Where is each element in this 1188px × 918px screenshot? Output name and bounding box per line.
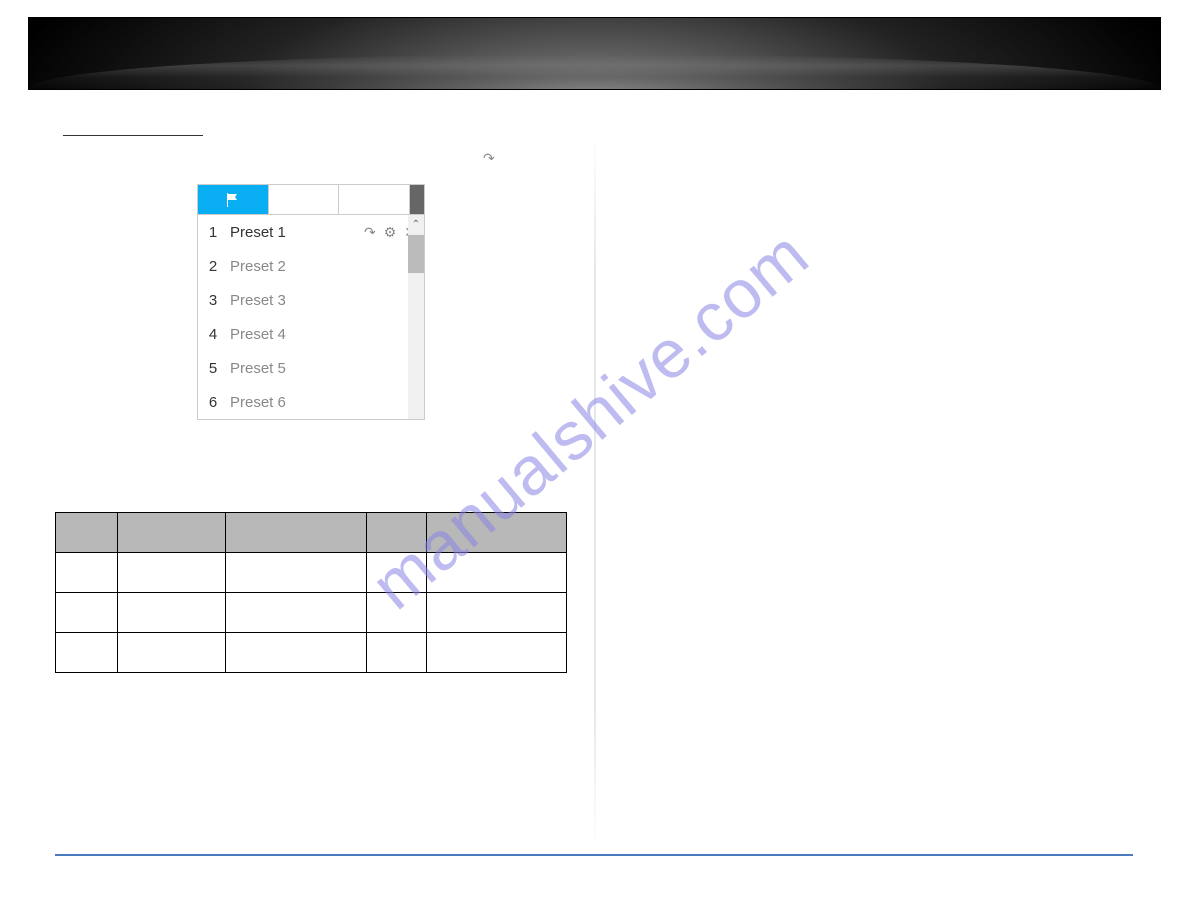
preset-tabs — [198, 185, 424, 215]
preset-num: 4 — [206, 326, 220, 343]
preset-num: 1 — [206, 224, 220, 241]
flag-icon — [225, 192, 241, 208]
section-underline — [63, 135, 203, 136]
preset-row[interactable]: 4 Preset 4 — [198, 317, 424, 351]
preset-num: 3 — [206, 292, 220, 309]
preset-name: Preset 6 — [230, 394, 416, 411]
preset-num: 2 — [206, 258, 220, 275]
table-header — [427, 513, 567, 553]
preset-num: 5 — [206, 360, 220, 377]
preset-num: 6 — [206, 394, 220, 411]
header-banner — [28, 17, 1161, 90]
table-row — [56, 553, 567, 593]
preset-name: Preset 4 — [230, 326, 416, 343]
data-table — [55, 512, 567, 673]
preset-name: Preset 5 — [230, 360, 416, 377]
gear-icon[interactable]: ⚙ — [384, 224, 397, 241]
tab-4[interactable] — [410, 185, 424, 214]
preset-row[interactable]: 3 Preset 3 — [198, 283, 424, 317]
preset-row[interactable]: 2 Preset 2 — [198, 249, 424, 283]
tab-preset[interactable] — [198, 185, 269, 214]
preset-name: Preset 3 — [230, 292, 416, 309]
scroll-thumb[interactable] — [408, 235, 424, 273]
scroll-up-icon[interactable]: ⌃ — [408, 215, 424, 233]
tab-3[interactable] — [339, 185, 410, 214]
table-row — [56, 633, 567, 673]
preset-row[interactable]: 1 Preset 1 ↷ ⚙ ✕ — [198, 215, 424, 249]
scrollbar[interactable]: ⌃ — [408, 215, 424, 419]
table-header-row — [56, 513, 567, 553]
table-header — [117, 513, 225, 553]
preset-name: Preset 2 — [230, 258, 416, 275]
preset-row[interactable]: 6 Preset 6 — [198, 385, 424, 419]
goto-icon[interactable]: ↷ — [364, 224, 376, 241]
preset-name: Preset 1 — [230, 224, 354, 241]
goto-icon: ↷ — [483, 150, 495, 167]
table-header — [367, 513, 427, 553]
preset-list: 1 Preset 1 ↷ ⚙ ✕ 2 Preset 2 3 Preset 3 4… — [198, 215, 424, 419]
table-header — [225, 513, 367, 553]
column-divider — [594, 130, 596, 850]
table-header — [56, 513, 118, 553]
footer-line — [55, 854, 1133, 856]
tab-2[interactable] — [269, 185, 340, 214]
table-row — [56, 593, 567, 633]
preset-row[interactable]: 5 Preset 5 — [198, 351, 424, 385]
preset-panel: 1 Preset 1 ↷ ⚙ ✕ 2 Preset 2 3 Preset 3 4… — [197, 184, 425, 420]
